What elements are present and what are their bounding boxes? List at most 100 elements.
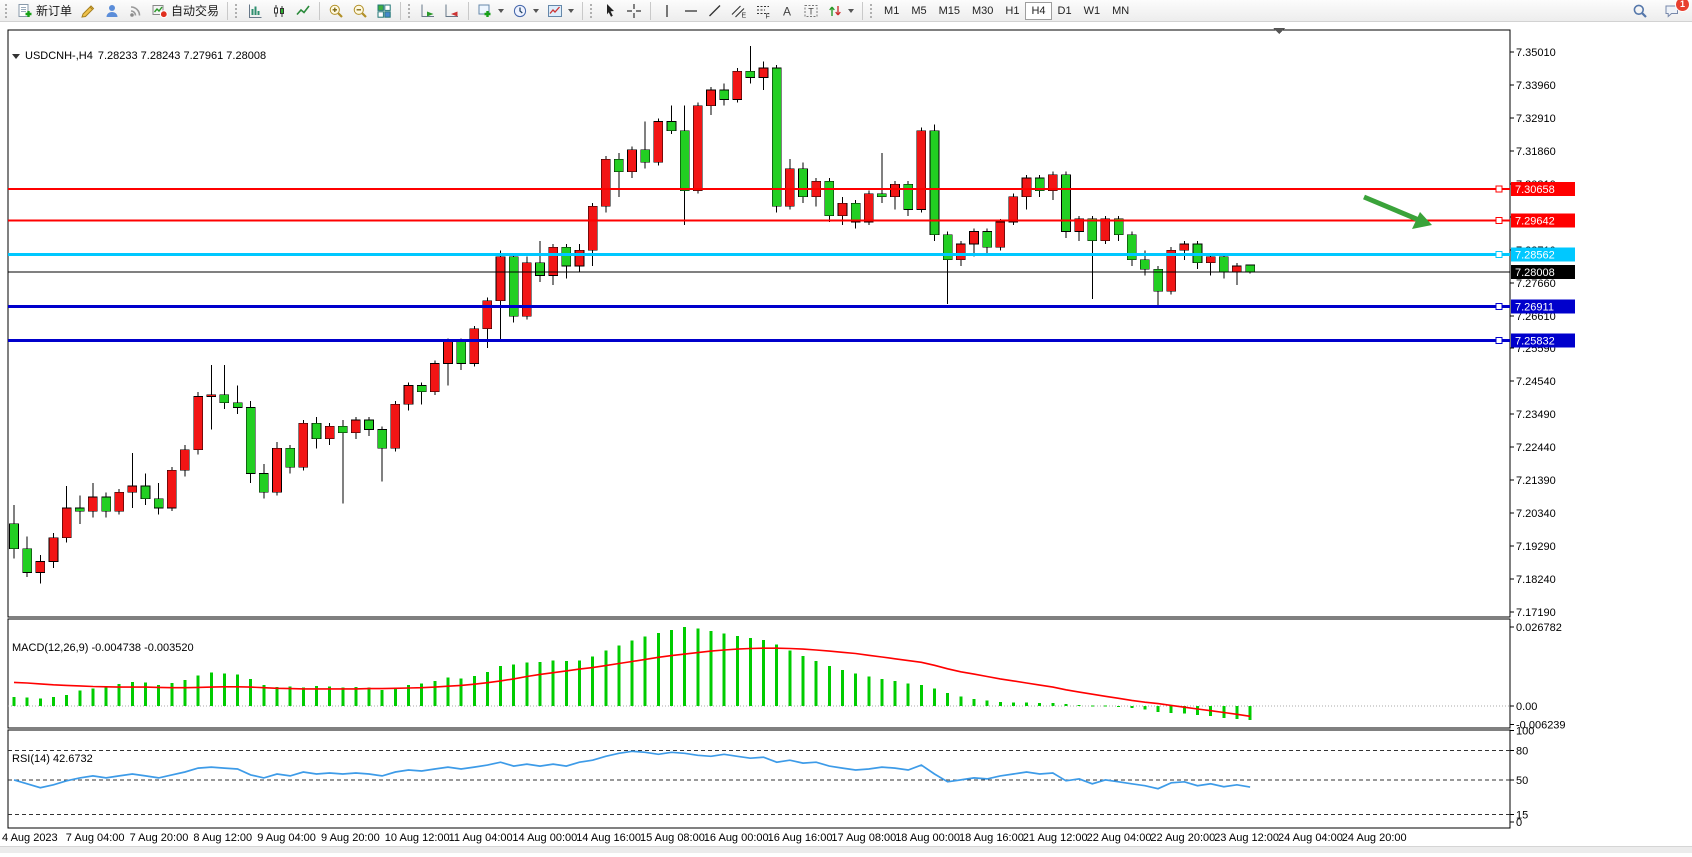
toolbar-separator <box>862 2 863 20</box>
hline-handle[interactable] <box>1496 186 1502 192</box>
metaeditor-button[interactable] <box>76 1 100 21</box>
svg-text:0.026782: 0.026782 <box>1516 622 1562 634</box>
cursor-button[interactable] <box>598 1 622 21</box>
fibo-letter: F <box>766 13 770 19</box>
equidistant-channel-icon: E <box>731 3 747 19</box>
templates-button[interactable] <box>543 1 578 21</box>
fibonacci-button[interactable]: F <box>751 1 775 21</box>
toolbar-separator <box>400 2 401 20</box>
svg-text:0.00: 0.00 <box>1516 701 1537 713</box>
timeframe-M5[interactable]: M5 <box>905 2 932 20</box>
toolbar-separator <box>319 2 320 20</box>
hline-handle[interactable] <box>1496 252 1502 258</box>
timeframe-M1[interactable]: M1 <box>878 2 905 20</box>
toolbar-grip <box>590 4 595 18</box>
hline-handle[interactable] <box>1496 304 1502 310</box>
rsi-line <box>14 751 1250 788</box>
label-letter: T <box>808 6 814 16</box>
label-button[interactable]: T <box>799 1 823 21</box>
svg-text:7.35010: 7.35010 <box>1516 47 1556 59</box>
candlestick-chart-button[interactable] <box>267 1 291 21</box>
dropdown-arrow[interactable] <box>498 9 504 13</box>
svg-text:15 Aug 08:00: 15 Aug 08:00 <box>640 832 705 844</box>
new-order-button[interactable]: 新订单 <box>13 1 76 21</box>
svg-text:4 Aug 2023: 4 Aug 2023 <box>2 832 58 844</box>
toolbar-grip <box>870 4 875 18</box>
svg-text:18 Aug 16:00: 18 Aug 16:00 <box>959 832 1024 844</box>
zoom-out-button[interactable] <box>348 1 372 21</box>
crosshair-button[interactable] <box>622 1 646 21</box>
new-chart-button[interactable] <box>473 1 508 21</box>
timeframe-MN[interactable]: MN <box>1106 2 1135 20</box>
toolbar-separator <box>468 2 469 20</box>
svg-text:10 Aug 12:00: 10 Aug 12:00 <box>385 832 450 844</box>
search-button[interactable] <box>1628 1 1652 21</box>
dropdown-arrow[interactable] <box>533 9 539 13</box>
horizontal-line-button[interactable] <box>679 1 703 21</box>
zoom-out-icon <box>352 3 368 19</box>
dropdown-arrow[interactable] <box>848 9 854 13</box>
bar-chart-button[interactable] <box>243 1 267 21</box>
equidistant-channel-button[interactable]: E <box>727 1 751 21</box>
dropdown-arrow[interactable] <box>568 9 574 13</box>
auto-scroll-button[interactable] <box>416 1 440 21</box>
chart-canvas[interactable]: 7.350107.339607.329107.318607.308107.297… <box>0 22 1692 852</box>
symbol-dropdown-icon[interactable] <box>12 54 20 59</box>
templates-icon <box>547 3 563 19</box>
zoom-in-button[interactable] <box>324 1 348 21</box>
price-scale[interactable]: 7.350107.339607.329107.318607.308107.297… <box>1510 47 1556 619</box>
macd-indicator-label: MACD(12,26,9) -0.004738 -0.003520 <box>12 642 194 654</box>
arrows-icon <box>827 3 843 19</box>
signals-button[interactable] <box>124 1 148 21</box>
vertical-line-button[interactable] <box>655 1 679 21</box>
rsi-layer <box>8 750 1510 814</box>
arrows-button[interactable] <box>823 1 858 21</box>
periods-button[interactable] <box>508 1 543 21</box>
community-button[interactable] <box>100 1 124 21</box>
panel-frames <box>8 30 1510 828</box>
svg-text:24 Aug 20:00: 24 Aug 20:00 <box>1342 832 1407 844</box>
autotrading-label: 自动交易 <box>171 2 219 19</box>
svg-text:7.29642: 7.29642 <box>1515 216 1555 228</box>
svg-text:7.19290: 7.19290 <box>1516 541 1556 553</box>
svg-text:21 Aug 12:00: 21 Aug 12:00 <box>1023 832 1088 844</box>
svg-text:7.22440: 7.22440 <box>1516 442 1556 454</box>
chart-shift-button[interactable] <box>440 1 464 21</box>
svg-text:7.27660: 7.27660 <box>1516 278 1556 290</box>
text-button[interactable]: A <box>775 1 799 21</box>
autotrading-button[interactable]: 自动交易 <box>148 1 223 21</box>
metaeditor-icon <box>80 3 96 19</box>
label-icon: T <box>803 3 819 19</box>
crosshair-icon <box>626 3 642 19</box>
chart-shift-marker[interactable] <box>1273 28 1285 34</box>
rsi-scale[interactable]: 1008050150 <box>1510 726 1534 829</box>
line-chart-button[interactable] <box>291 1 315 21</box>
hline-handle[interactable] <box>1496 337 1502 343</box>
timeframe-H1[interactable]: H1 <box>999 2 1025 20</box>
vertical-line-icon <box>659 3 675 19</box>
timeframe-M30[interactable]: M30 <box>966 2 999 20</box>
svg-text:7.26911: 7.26911 <box>1515 302 1554 314</box>
hline-handle[interactable] <box>1496 218 1502 224</box>
channel-letter: E <box>742 12 747 19</box>
timeframe-W1[interactable]: W1 <box>1078 2 1107 20</box>
svg-text:7.32910: 7.32910 <box>1516 113 1556 125</box>
timeframe-D1[interactable]: D1 <box>1052 2 1078 20</box>
notifications-button[interactable]: 1 <box>1660 1 1684 21</box>
new-chart-icon <box>477 3 493 19</box>
macd-scale[interactable]: 0.0267820.00-0.006239 <box>1510 622 1566 731</box>
trendline-button[interactable] <box>703 1 727 21</box>
tile-windows-button[interactable] <box>372 1 396 21</box>
fibonacci-icon: F <box>755 3 771 19</box>
cursor-icon <box>602 3 618 19</box>
time-scale[interactable]: 4 Aug 20237 Aug 04:007 Aug 20:008 Aug 12… <box>2 832 1407 844</box>
search-icon <box>1632 3 1648 19</box>
timeframe-M15[interactable]: M15 <box>933 2 966 20</box>
svg-text:8 Aug 12:00: 8 Aug 12:00 <box>193 832 252 844</box>
arrow-annotation[interactable] <box>1364 197 1432 229</box>
chart-window: 7.350107.339607.329107.318607.308107.297… <box>0 22 1692 852</box>
svg-text:23 Aug 12:00: 23 Aug 12:00 <box>1214 832 1279 844</box>
timeframe-H4[interactable]: H4 <box>1025 2 1051 20</box>
svg-text:7.31860: 7.31860 <box>1516 146 1556 158</box>
autotrading-icon <box>152 3 168 19</box>
